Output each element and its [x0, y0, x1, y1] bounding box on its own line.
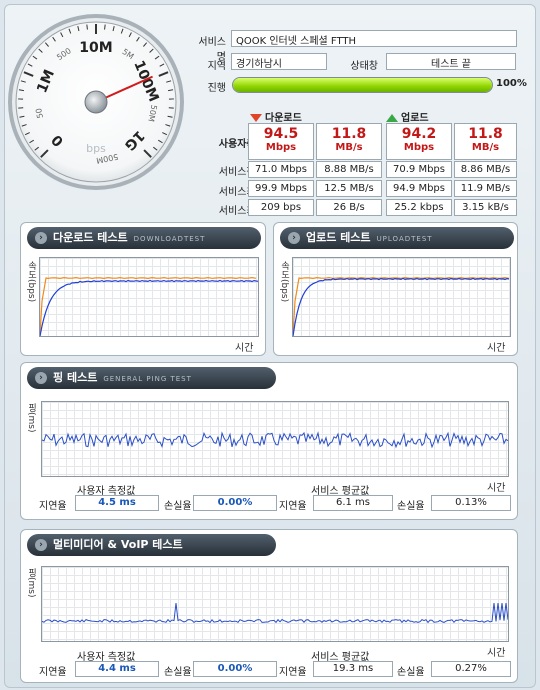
gauge-hub: [84, 90, 108, 114]
upload-mbps-value: 94.2 Mbps: [386, 123, 452, 160]
status-field: 테스트 끝: [386, 53, 516, 70]
download-y-label: 속도(bps): [26, 261, 36, 303]
voip-chart: [41, 566, 509, 642]
service-max-ul-mbps: 94.9 Mbps: [386, 180, 452, 197]
voip-service-latency: 19.3 ms: [313, 661, 393, 677]
up-arrow-icon: [386, 114, 398, 122]
voip-user-loss-label: 손실율: [164, 667, 192, 678]
gauge-dial: 01M10M100M1G50500 5M50M500M bps: [8, 14, 184, 190]
progress-label: 진행: [207, 83, 226, 94]
download-chart: [39, 257, 259, 337]
download-test-tab: › 다운로드 테스트 DOWNLOADTEST: [27, 227, 261, 249]
chevron-right-icon: ›: [288, 232, 300, 244]
voip-y-label: 핑(ms): [26, 568, 36, 598]
download-header: 다운로드: [250, 109, 302, 124]
service-max-dl-mbs: 12.5 MB/s: [316, 180, 382, 197]
voip-service-loss: 0.27%: [431, 661, 511, 677]
ping-test-panel: › 핑 테스트 GENERAL PING TEST 핑(ms) 시간 사용자 측정값…: [20, 362, 518, 520]
service-avg-ul-mbps: 70.9 Mbps: [386, 161, 452, 178]
ping-test-tab: › 핑 테스트 GENERAL PING TEST: [27, 367, 276, 389]
download-mbs-value: 11.8 MB/s: [316, 123, 382, 160]
ping-service-latency: 6.1 ms: [313, 495, 393, 511]
voip-test-panel: › 멀티미디어 & VoIP 테스트 핑(ms) 시간 사용자 측정값 서비스 평…: [20, 529, 518, 683]
download-x-label: 시간: [235, 343, 254, 354]
ping-chart: [41, 401, 509, 477]
download-test-panel: › 다운로드 테스트 DOWNLOADTEST 속도(bps) 시간: [20, 222, 266, 356]
ping-x-label: 시간: [487, 483, 506, 494]
service-avg-ul-mbs: 8.86 MB/s: [454, 161, 517, 178]
service-min-ul-mbps: 25.2 kbps: [386, 199, 452, 216]
voip-user-latency: 4.4 ms: [75, 661, 159, 677]
upload-y-label: 속도(bps): [279, 261, 289, 303]
speed-gauge: 0 1M 10M 100M 1G 50 500 5M 50M 500M bps: [6, 12, 186, 192]
voip-user-latency-label: 지연율: [39, 667, 67, 678]
service-name-field: QOOK 인터넷 스페셜 FTTH: [231, 30, 517, 47]
upload-x-label: 시간: [487, 343, 506, 354]
progress-bar: [232, 77, 493, 93]
svg-text:bps: bps: [86, 142, 106, 155]
voip-test-tab: › 멀티미디어 & VoIP 테스트: [27, 534, 276, 556]
voip-service-loss-label: 손실율: [397, 667, 425, 678]
chevron-right-icon: ›: [35, 539, 47, 551]
progress-percent: 100%: [496, 78, 527, 89]
gauge-tick-label: 10M: [79, 40, 112, 56]
ping-user-loss-label: 손실율: [164, 501, 192, 512]
upload-mbs-value: 11.8 MB/s: [454, 123, 517, 160]
ping-service-loss: 0.13%: [431, 495, 511, 511]
service-avg-dl-mbs: 8.88 MB/s: [316, 161, 382, 178]
service-min-dl-mbps: 209 bps: [248, 199, 314, 216]
service-avg-dl-mbps: 71.0 Mbps: [248, 161, 314, 178]
upload-test-panel: › 업로드 테스트 UPLOADTEST 속도(bps) 시간: [273, 222, 518, 356]
upload-header: 업로드: [386, 109, 429, 124]
voip-user-loss: 0.00%: [193, 661, 277, 677]
ping-user-loss: 0.00%: [193, 495, 277, 511]
service-max-dl-mbps: 99.9 Mbps: [248, 180, 314, 197]
chevron-right-icon: ›: [35, 372, 47, 384]
chevron-right-icon: ›: [35, 232, 47, 244]
download-mbps-value: 94.5 Mbps: [248, 123, 314, 160]
region-label: 지역: [207, 61, 226, 72]
progress-fill: [233, 78, 492, 92]
region-field: 경기하남시: [231, 53, 327, 70]
ping-service-loss-label: 손실율: [397, 501, 425, 512]
service-min-ul-mbs: 3.15 kB/s: [454, 199, 517, 216]
voip-x-label: 시간: [487, 648, 506, 659]
voip-service-latency-label: 지연율: [279, 667, 307, 678]
ping-y-label: 핑(ms): [26, 403, 36, 433]
ping-service-latency-label: 지연율: [279, 501, 307, 512]
service-min-dl-mbs: 26 B/s: [316, 199, 382, 216]
down-arrow-icon: [250, 114, 262, 122]
upload-chart: [292, 257, 511, 337]
status-label: 상태창: [350, 61, 378, 72]
ping-user-latency-label: 지연율: [39, 501, 67, 512]
service-max-ul-mbs: 11.9 MB/s: [454, 180, 517, 197]
upload-test-tab: › 업로드 테스트 UPLOADTEST: [280, 227, 514, 249]
ping-user-latency: 4.5 ms: [75, 495, 159, 511]
